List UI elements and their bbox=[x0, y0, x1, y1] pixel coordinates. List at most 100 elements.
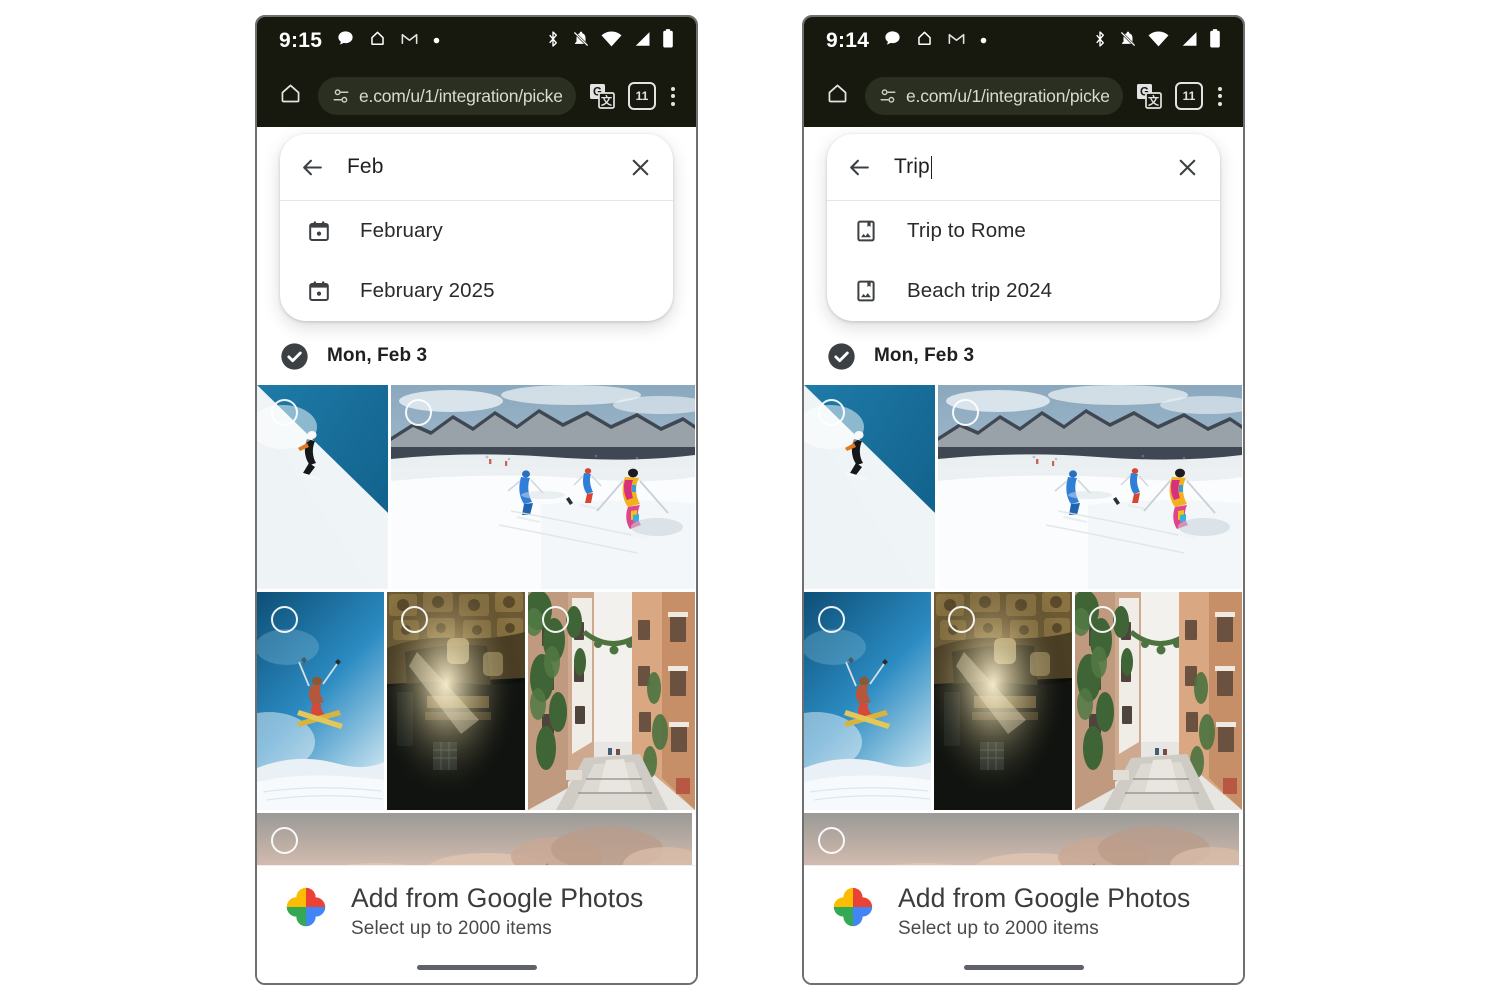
bottom-sheet-text: Add from Google Photos Select up to 2000… bbox=[898, 883, 1191, 940]
photo-row-2 bbox=[257, 592, 696, 810]
page-info-icon[interactable] bbox=[332, 87, 350, 105]
photo-italian-street[interactable] bbox=[1075, 592, 1242, 810]
notifications-muted-icon bbox=[572, 30, 590, 53]
photo-select-checkbox[interactable] bbox=[271, 399, 298, 426]
status-bar-clock: 9:15 bbox=[279, 29, 323, 52]
photo-italian-street[interactable] bbox=[528, 592, 695, 810]
photo-select-checkbox[interactable] bbox=[818, 827, 845, 854]
gmail-icon bbox=[947, 29, 966, 53]
photo-skiers-mountain-panorama[interactable] bbox=[938, 385, 1242, 589]
suggestion-label: February bbox=[360, 219, 443, 242]
photo-select-checkbox[interactable] bbox=[1089, 606, 1116, 633]
photo-select-checkbox[interactable] bbox=[401, 606, 428, 633]
wifi-icon bbox=[601, 30, 622, 52]
browser-toolbar: e.com/u/1/integration/picker/s G 文 11 bbox=[804, 65, 1243, 127]
clear-icon[interactable] bbox=[1175, 155, 1200, 180]
back-arrow-icon[interactable] bbox=[300, 155, 325, 180]
omnibox-url-text: e.com/u/1/integration/picker/s bbox=[359, 85, 562, 106]
status-bar-system-icons bbox=[545, 29, 674, 53]
suggestion-item-0[interactable]: Trip to Rome bbox=[827, 201, 1220, 261]
chat-bubble-icon bbox=[883, 29, 902, 53]
home-icon[interactable] bbox=[818, 82, 857, 110]
photo-church-interior[interactable] bbox=[934, 592, 1072, 810]
photo-skier-steep-slope[interactable] bbox=[257, 385, 388, 589]
google-translate-icon[interactable]: G 文 bbox=[1131, 83, 1167, 109]
album-icon bbox=[853, 218, 879, 244]
overflow-menu-icon[interactable] bbox=[1211, 86, 1229, 106]
bottom-sheet-subtitle: Select up to 2000 items bbox=[898, 917, 1099, 939]
photo-skiers-mountain-panorama[interactable] bbox=[391, 385, 695, 589]
picker-page: Trip Trip to Rome Beach trip 2024 Mon, F… bbox=[804, 127, 1243, 983]
tab-count-button[interactable]: 11 bbox=[628, 82, 656, 110]
photo-select-checkbox[interactable] bbox=[952, 399, 979, 426]
nest-home-icon bbox=[915, 29, 934, 53]
phone-left: 9:15 e.com/u/1/integration/picker/s G 文 … bbox=[255, 15, 698, 985]
chat-bubble-icon bbox=[336, 29, 355, 53]
search-query-text: Feb bbox=[347, 155, 384, 178]
cellular-signal-icon bbox=[633, 31, 651, 52]
suggestion-label: February 2025 bbox=[360, 279, 495, 302]
photo-ski-jump[interactable] bbox=[257, 592, 384, 810]
svg-text:文: 文 bbox=[601, 94, 613, 108]
gesture-handle[interactable] bbox=[963, 965, 1084, 970]
suggestion-item-1[interactable]: Beach trip 2024 bbox=[827, 261, 1220, 321]
calendar-icon bbox=[306, 278, 332, 304]
status-bar-notification-icons bbox=[336, 29, 441, 53]
bottom-sheet-text: Add from Google Photos Select up to 2000… bbox=[351, 883, 644, 940]
phone-right: 9:14 e.com/u/1/integration/picker/s G 文 … bbox=[802, 15, 1245, 985]
date-header-label: Mon, Feb 3 bbox=[874, 345, 975, 366]
photo-row-2 bbox=[804, 592, 1243, 810]
bluetooth-icon bbox=[1092, 30, 1108, 53]
photo-select-checkbox[interactable] bbox=[818, 606, 845, 633]
search-row: Trip bbox=[827, 134, 1220, 200]
clear-icon[interactable] bbox=[628, 155, 653, 180]
svg-text:文: 文 bbox=[1148, 94, 1160, 108]
photo-select-checkbox[interactable] bbox=[405, 399, 432, 426]
omnibox[interactable]: e.com/u/1/integration/picker/s bbox=[865, 77, 1123, 115]
search-input[interactable]: Trip bbox=[894, 155, 1175, 179]
overflow-menu-icon[interactable] bbox=[664, 86, 682, 106]
dot-icon bbox=[979, 32, 988, 50]
dot-icon bbox=[432, 32, 441, 50]
photo-church-interior[interactable] bbox=[387, 592, 525, 810]
gesture-handle[interactable] bbox=[416, 965, 537, 970]
search-input[interactable]: Feb bbox=[347, 155, 628, 179]
suggestion-label: Beach trip 2024 bbox=[907, 279, 1053, 302]
bluetooth-icon bbox=[545, 30, 561, 53]
suggestion-item-0[interactable]: February bbox=[280, 201, 673, 261]
suggestion-label: Trip to Rome bbox=[907, 219, 1026, 242]
phone-comparison-stage: 9:15 e.com/u/1/integration/picker/s G 文 … bbox=[0, 0, 1500, 1000]
home-icon[interactable] bbox=[271, 82, 310, 110]
search-row: Feb bbox=[280, 134, 673, 200]
omnibox[interactable]: e.com/u/1/integration/picker/s bbox=[318, 77, 576, 115]
photo-select-checkbox[interactable] bbox=[271, 827, 298, 854]
back-arrow-icon[interactable] bbox=[847, 155, 872, 180]
omnibox-url-text: e.com/u/1/integration/picker/s bbox=[906, 85, 1109, 106]
browser-toolbar: e.com/u/1/integration/picker/s G 文 11 bbox=[257, 65, 696, 127]
checkmark-filled-icon[interactable] bbox=[826, 341, 857, 372]
photo-select-checkbox[interactable] bbox=[271, 606, 298, 633]
album-icon bbox=[853, 278, 879, 304]
page-info-icon[interactable] bbox=[879, 87, 897, 105]
photo-skier-steep-slope[interactable] bbox=[804, 385, 935, 589]
bottom-sheet-title: Add from Google Photos bbox=[351, 883, 644, 913]
search-card: Trip Trip to Rome Beach trip 2024 bbox=[827, 134, 1220, 321]
photo-select-checkbox[interactable] bbox=[818, 399, 845, 426]
date-header-label: Mon, Feb 3 bbox=[327, 345, 428, 366]
photo-ski-jump[interactable] bbox=[804, 592, 931, 810]
suggestion-item-1[interactable]: February 2025 bbox=[280, 261, 673, 321]
google-translate-icon[interactable]: G 文 bbox=[584, 83, 620, 109]
tab-count-button[interactable]: 11 bbox=[1175, 82, 1203, 110]
status-bar-notification-icons bbox=[883, 29, 988, 53]
checkmark-filled-icon[interactable] bbox=[279, 341, 310, 372]
bottom-sheet-title: Add from Google Photos bbox=[898, 883, 1191, 913]
wifi-icon bbox=[1148, 30, 1169, 52]
date-header: Mon, Feb 3 bbox=[257, 327, 696, 385]
calendar-icon bbox=[306, 218, 332, 244]
photo-select-checkbox[interactable] bbox=[948, 606, 975, 633]
photo-select-checkbox[interactable] bbox=[542, 606, 569, 633]
google-photos-logo bbox=[283, 884, 329, 935]
bottom-sheet-subtitle: Select up to 2000 items bbox=[351, 917, 552, 939]
status-bar: 9:15 bbox=[257, 17, 696, 65]
google-photos-logo bbox=[830, 884, 876, 935]
